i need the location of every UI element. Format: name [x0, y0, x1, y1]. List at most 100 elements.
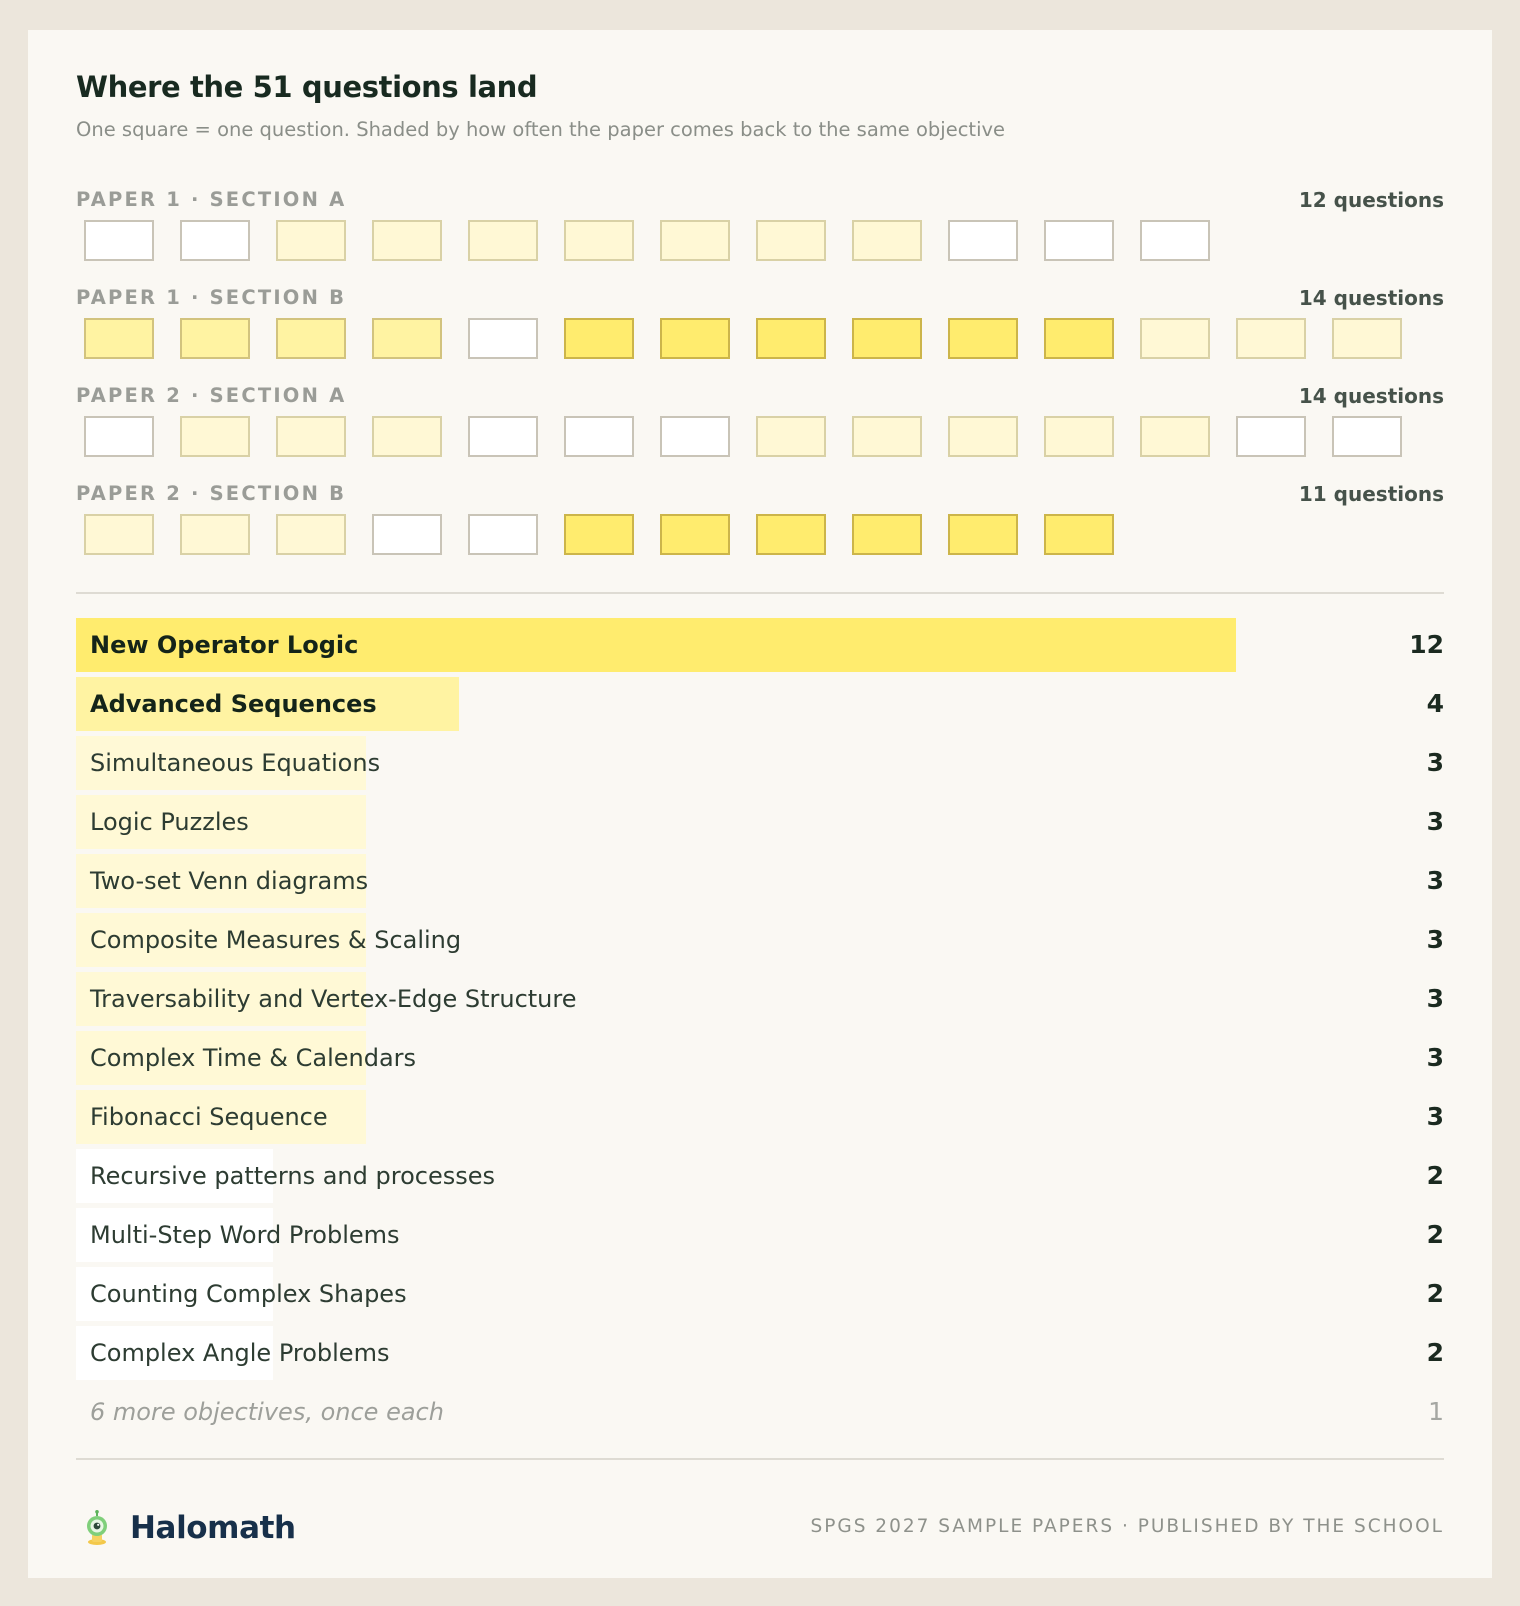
objective-label: Composite Measures & Scaling: [90, 926, 462, 954]
objective-label: Counting Complex Shapes: [90, 1280, 407, 1308]
section-question-count: 11 questions: [1298, 482, 1444, 506]
question-square: [180, 318, 250, 359]
objective-label: Complex Time & Calendars: [90, 1044, 417, 1072]
objective-label: Simultaneous Equations: [90, 749, 381, 777]
question-square: [660, 318, 730, 359]
question-square: [84, 318, 154, 359]
question-square: [372, 220, 442, 261]
objective-label: 6 more objectives, once each: [90, 1398, 444, 1426]
question-square: [756, 416, 826, 457]
question-square: [372, 318, 442, 359]
question-squares: [84, 318, 1444, 362]
chart-card: Where the 51 questions land One square =…: [28, 30, 1492, 1578]
objective-count: 3: [1426, 1043, 1444, 1072]
question-square: [852, 318, 922, 359]
question-square: [1332, 318, 1402, 359]
question-square: [1236, 416, 1306, 457]
question-square: [84, 416, 154, 457]
objective-count: 3: [1426, 866, 1444, 895]
question-square: [468, 416, 538, 457]
question-square: [756, 514, 826, 555]
question-square: [660, 514, 730, 555]
question-square: [1044, 416, 1114, 457]
objective-label: Two-set Venn diagrams: [90, 867, 369, 895]
objective-count: 4: [1426, 689, 1444, 718]
question-square: [276, 514, 346, 555]
brand-name: Halomath: [130, 1510, 296, 1546]
objective-row: 6 more objectives, once each 1: [76, 1385, 1444, 1439]
question-square: [84, 220, 154, 261]
question-square: [276, 318, 346, 359]
question-square: [180, 220, 250, 261]
section-question-count: 14 questions: [1298, 384, 1444, 408]
footer-divider: [76, 1458, 1444, 1460]
section-label: PAPER 2 · SECTION A: [76, 384, 347, 407]
question-square: [756, 318, 826, 359]
question-square: [180, 514, 250, 555]
objective-count: 3: [1426, 925, 1444, 954]
objective-count: 2: [1426, 1161, 1444, 1190]
objective-label: Advanced Sequences: [90, 690, 377, 718]
objective-row: Complex Time & Calendars 3: [76, 1031, 1444, 1085]
objective-row: New Operator Logic 12: [76, 618, 1444, 672]
section-row: PAPER 1 · SECTION A 12 questions: [76, 188, 1444, 278]
objective-row: Recursive patterns and processes 2: [76, 1149, 1444, 1203]
question-square: [564, 220, 634, 261]
section-row: PAPER 1 · SECTION B 14 questions: [76, 286, 1444, 376]
objective-count: 3: [1426, 984, 1444, 1013]
divider: [76, 592, 1444, 594]
objective-count: 2: [1426, 1220, 1444, 1249]
question-square: [372, 416, 442, 457]
objective-row: Fibonacci Sequence 3: [76, 1090, 1444, 1144]
section-label: PAPER 1 · SECTION B: [76, 286, 347, 309]
question-square: [1140, 416, 1210, 457]
question-square: [852, 514, 922, 555]
objective-row: Counting Complex Shapes 2: [76, 1267, 1444, 1321]
objective-label: Recursive patterns and processes: [90, 1162, 495, 1190]
footer-note: SPGS 2027 SAMPLE PAPERS · PUBLISHED BY T…: [810, 1516, 1444, 1537]
question-square: [1140, 220, 1210, 261]
objective-row: Simultaneous Equations 3: [76, 736, 1444, 790]
question-square: [948, 514, 1018, 555]
brand-logo[interactable]: Halomath: [82, 1508, 296, 1548]
section-question-count: 14 questions: [1298, 286, 1444, 310]
objective-row: Complex Angle Problems 2: [76, 1326, 1444, 1380]
question-square: [1044, 318, 1114, 359]
question-square: [468, 318, 538, 359]
question-square: [276, 220, 346, 261]
objective-count: 3: [1426, 807, 1444, 836]
question-square: [660, 220, 730, 261]
objective-row: Composite Measures & Scaling 3: [76, 913, 1444, 967]
section-row: PAPER 2 · SECTION B 11 questions: [76, 482, 1444, 572]
question-squares: [84, 220, 1444, 264]
question-square: [852, 416, 922, 457]
robot-mascot-icon: [87, 1510, 107, 1545]
objective-label: Fibonacci Sequence: [90, 1103, 328, 1131]
objective-count: 1: [1428, 1397, 1444, 1426]
objective-row: Multi-Step Word Problems 2: [76, 1208, 1444, 1262]
objective-row: Traversability and Vertex-Edge Structure…: [76, 972, 1444, 1026]
question-square: [1332, 416, 1402, 457]
question-square: [1044, 220, 1114, 261]
question-square: [564, 514, 634, 555]
question-square: [1236, 318, 1306, 359]
footer: Halomath SPGS 2027 SAMPLE PAPERS · PUBLI…: [76, 1508, 1444, 1548]
question-square: [468, 220, 538, 261]
question-square: [948, 416, 1018, 457]
question-square: [1044, 514, 1114, 555]
objective-count: 2: [1426, 1338, 1444, 1367]
section-row: PAPER 2 · SECTION A 14 questions: [76, 384, 1444, 474]
question-squares: [84, 514, 1444, 558]
question-square: [948, 318, 1018, 359]
section-question-count: 12 questions: [1298, 188, 1444, 212]
objective-row: Logic Puzzles 3: [76, 795, 1444, 849]
question-square: [660, 416, 730, 457]
question-square: [1140, 318, 1210, 359]
question-square: [372, 514, 442, 555]
objective-row: Advanced Sequences 4: [76, 677, 1444, 731]
question-squares: [84, 416, 1444, 460]
question-square: [852, 220, 922, 261]
objective-count: 2: [1426, 1279, 1444, 1308]
objective-label: Traversability and Vertex-Edge Structure: [90, 985, 577, 1013]
objective-label: Multi-Step Word Problems: [90, 1221, 400, 1249]
